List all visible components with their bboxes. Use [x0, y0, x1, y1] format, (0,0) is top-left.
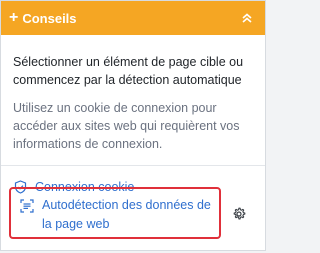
scan-icon [20, 199, 34, 213]
plus-icon: + [9, 9, 19, 26]
autodetect-link[interactable]: Autodétection des données de la page web [9, 187, 221, 239]
chevron-up-double-icon[interactable] [239, 10, 255, 26]
gear-icon[interactable] [232, 207, 246, 221]
secondary-tip-text: Utilisez un cookie de connexion pour acc… [13, 101, 240, 151]
tips-header[interactable]: + Conseils [1, 1, 265, 35]
tips-title: Conseils [22, 10, 77, 26]
autodetect-label: Autodétection des données de la page web [42, 198, 211, 231]
tips-content: Sélectionner un élément de page cible ou… [1, 35, 265, 153]
primary-tip-text: Sélectionner un élément de page cible ou… [13, 55, 244, 87]
